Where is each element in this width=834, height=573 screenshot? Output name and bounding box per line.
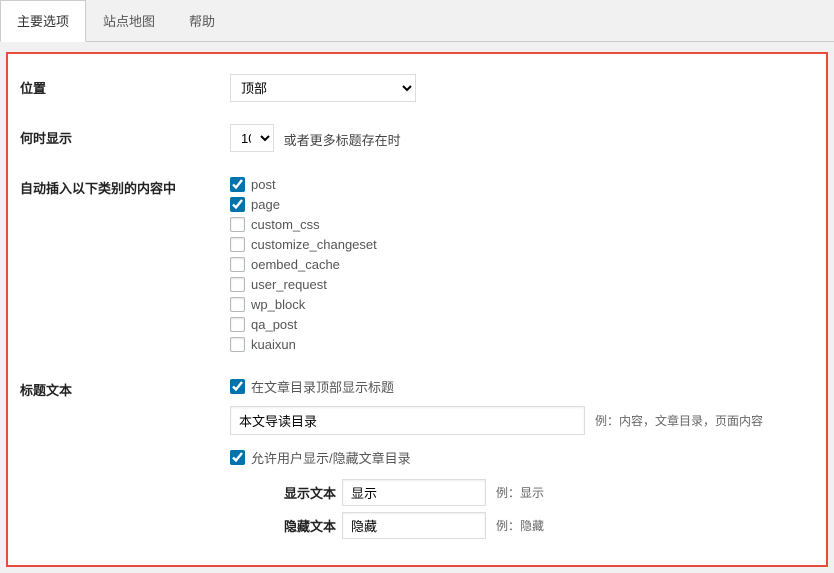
label-position: 位置 bbox=[20, 74, 230, 97]
checkbox-wp-block[interactable] bbox=[230, 297, 245, 312]
checkbox-show-heading[interactable] bbox=[230, 379, 245, 394]
checkbox-label-qa-post[interactable]: qa_post bbox=[251, 317, 297, 332]
checkbox-user-request[interactable] bbox=[230, 277, 245, 292]
checkbox-custom-css[interactable] bbox=[230, 217, 245, 232]
checkbox-label-post[interactable]: post bbox=[251, 177, 276, 192]
checkbox-post[interactable] bbox=[230, 177, 245, 192]
label-show-text: 显示文本 bbox=[274, 483, 336, 502]
row-heading-text: 标题文本 在文章目录顶部显示标题 例：内容，文章目录，页面内容 允许用户显示/隐… bbox=[20, 376, 814, 545]
checkbox-qa-post[interactable] bbox=[230, 317, 245, 332]
checkbox-kuaixun[interactable] bbox=[230, 337, 245, 352]
checkbox-page[interactable] bbox=[230, 197, 245, 212]
checkbox-customize-changeset[interactable] bbox=[230, 237, 245, 252]
checkbox-label-show-heading[interactable]: 在文章目录顶部显示标题 bbox=[251, 377, 394, 396]
checkbox-label-wp-block[interactable]: wp_block bbox=[251, 297, 305, 312]
checkbox-allow-toggle[interactable] bbox=[230, 450, 245, 465]
tab-main-options[interactable]: 主要选项 bbox=[0, 0, 86, 42]
tab-help[interactable]: 帮助 bbox=[172, 0, 232, 41]
example-show-text: 例：显示 bbox=[496, 484, 544, 501]
input-show-text[interactable] bbox=[342, 479, 486, 506]
settings-panel: 位置 顶部 何时显示 10 或者更多标题存在时 自动插入以下类别的内容中 pos… bbox=[6, 52, 828, 567]
checkbox-label-custom-css[interactable]: custom_css bbox=[251, 217, 320, 232]
example-hide-text: 例：隐藏 bbox=[496, 517, 544, 534]
tab-sitemap[interactable]: 站点地图 bbox=[86, 0, 172, 41]
when-show-suffix: 或者更多标题存在时 bbox=[284, 133, 401, 148]
tabs: 主要选项 站点地图 帮助 bbox=[0, 0, 834, 42]
label-when-show: 何时显示 bbox=[20, 124, 230, 147]
checkbox-label-page[interactable]: page bbox=[251, 197, 280, 212]
example-heading-text: 例：内容，文章目录，页面内容 bbox=[595, 412, 763, 429]
checkbox-label-customize-changeset[interactable]: customize_changeset bbox=[251, 237, 377, 252]
checkbox-label-kuaixun[interactable]: kuaixun bbox=[251, 337, 296, 352]
select-when-show[interactable]: 10 bbox=[230, 124, 274, 152]
label-hide-text: 隐藏文本 bbox=[274, 516, 336, 535]
checkbox-oembed-cache[interactable] bbox=[230, 257, 245, 272]
auto-insert-options: post page custom_css customize_changeset… bbox=[230, 174, 814, 354]
row-auto-insert: 自动插入以下类别的内容中 post page custom_css custom… bbox=[20, 174, 814, 354]
row-when-show: 何时显示 10 或者更多标题存在时 bbox=[20, 124, 814, 152]
checkbox-label-allow-toggle[interactable]: 允许用户显示/隐藏文章目录 bbox=[251, 448, 411, 467]
checkbox-label-oembed-cache[interactable]: oembed_cache bbox=[251, 257, 340, 272]
label-heading-text: 标题文本 bbox=[20, 376, 230, 399]
select-position[interactable]: 顶部 bbox=[230, 74, 416, 102]
label-auto-insert: 自动插入以下类别的内容中 bbox=[20, 174, 230, 197]
input-heading-text[interactable] bbox=[230, 406, 585, 435]
input-hide-text[interactable] bbox=[342, 512, 486, 539]
checkbox-label-user-request[interactable]: user_request bbox=[251, 277, 327, 292]
row-position: 位置 顶部 bbox=[20, 74, 814, 102]
